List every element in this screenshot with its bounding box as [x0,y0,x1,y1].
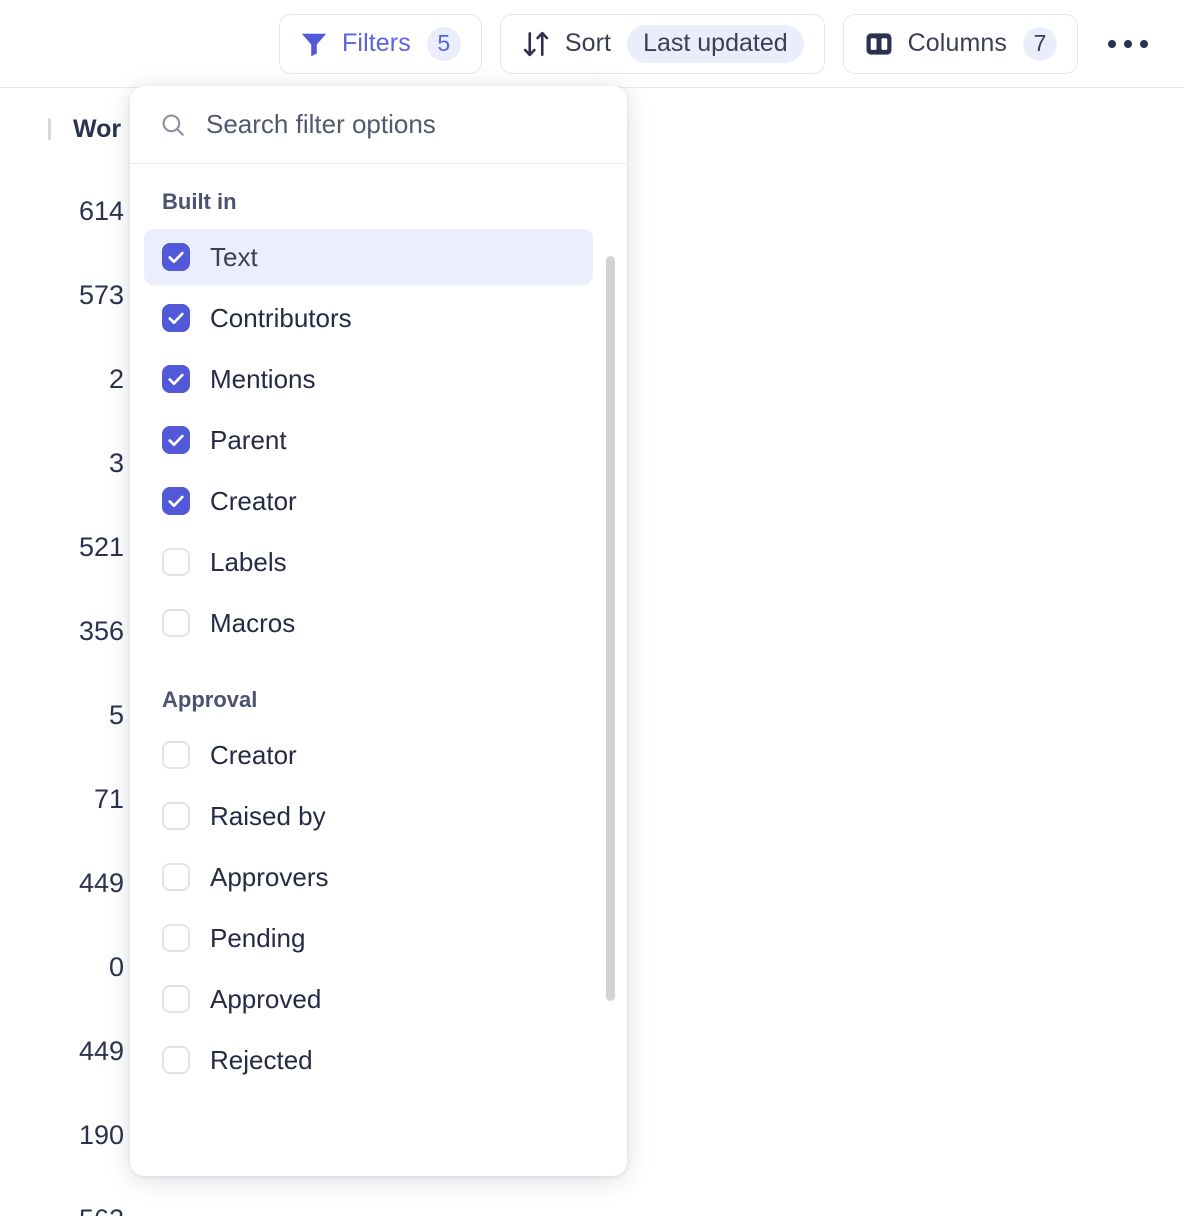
checkbox-checked-icon[interactable] [162,243,190,271]
sort-button[interactable]: Sort Last updated [500,14,825,74]
checkbox-unchecked-icon[interactable] [162,863,190,891]
column-resize-handle[interactable] [48,118,51,140]
filters-button[interactable]: Filters 5 [279,14,482,74]
checkbox-unchecked-icon[interactable] [162,741,190,769]
table-cell: 449 [0,841,134,925]
column-header-word-count[interactable]: Wor [73,115,121,144]
table-cell: 3 [0,421,134,505]
filter-option-mentions[interactable]: Mentions [144,351,593,407]
filter-option-label: Creator [210,486,297,517]
search-icon [160,112,186,138]
filter-options-dropdown: Built in Text Contributors Mentions [130,86,627,1176]
checkbox-checked-icon[interactable] [162,304,190,332]
filter-option-label: Mentions [210,364,316,395]
filter-option-creator[interactable]: Creator [144,473,593,529]
sort-arrows-icon [521,29,551,59]
kebab-menu-icon [1108,40,1116,48]
filter-option-label: Creator [210,740,297,771]
table-cell: 521 [0,505,134,589]
filter-option-approvers[interactable]: Approvers [144,849,593,905]
columns-icon [864,29,894,59]
kebab-menu-icon [1124,40,1132,48]
filter-option-approved[interactable]: Approved [144,971,593,1027]
filter-option-label: Approvers [210,862,329,893]
columns-button[interactable]: Columns 7 [843,14,1078,74]
overflow-menu-button[interactable] [1100,16,1156,72]
filter-option-parent[interactable]: Parent [144,412,593,468]
filter-option-label: Text [210,242,258,273]
filter-option-label: Rejected [210,1045,313,1076]
checkbox-unchecked-icon[interactable] [162,548,190,576]
kebab-menu-icon [1140,40,1148,48]
columns-label: Columns [908,29,1007,58]
filters-label: Filters [342,29,411,58]
filters-count-badge: 5 [427,27,461,61]
table-cell: 0 [0,925,134,1009]
checkbox-checked-icon[interactable] [162,487,190,515]
funnel-icon [300,31,328,57]
table-column-cells: 614 573 2 3 521 356 5 71 449 0 449 190 5… [0,169,134,1216]
filter-option-label: Macros [210,608,295,639]
filter-option-labels[interactable]: Labels [144,534,593,590]
filter-option-label: Parent [210,425,287,456]
table-cell: 562 [0,1177,134,1216]
table-cell: 5 [0,673,134,757]
checkbox-checked-icon[interactable] [162,365,190,393]
group-title-approval: Approval [130,678,627,722]
filter-option-macros[interactable]: Macros [144,595,593,651]
filter-option-approval-creator[interactable]: Creator [144,727,593,783]
filter-option-contributors[interactable]: Contributors [144,290,593,346]
sort-value-pill: Last updated [627,25,804,63]
filter-option-pending[interactable]: Pending [144,910,593,966]
filter-search-row [130,86,627,164]
filter-option-rejected[interactable]: Rejected [144,1032,593,1088]
checkbox-unchecked-icon[interactable] [162,1046,190,1074]
checkbox-unchecked-icon[interactable] [162,924,190,952]
sort-label: Sort [565,29,611,58]
table-cell: 71 [0,757,134,841]
search-input[interactable] [204,108,584,141]
filter-option-label: Labels [210,547,287,578]
group-spacer [130,656,627,678]
group-title-built-in: Built in [130,180,627,224]
checkbox-unchecked-icon[interactable] [162,802,190,830]
table-cell: 614 [0,169,134,253]
vertical-scrollbar[interactable] [606,256,615,1001]
filter-option-label: Contributors [210,303,352,334]
checkbox-checked-icon[interactable] [162,426,190,454]
filter-options-list: Built in Text Contributors Mentions [130,164,627,1175]
checkbox-unchecked-icon[interactable] [162,609,190,637]
table-toolbar: Filters 5 Sort Last updated Columns [0,0,1184,88]
table-cell: 2 [0,337,134,421]
filter-option-label: Raised by [210,801,326,832]
checkbox-unchecked-icon[interactable] [162,985,190,1013]
app-root: Filters 5 Sort Last updated Columns [0,0,1184,1216]
filter-option-label: Approved [210,984,321,1015]
table-cell: 449 [0,1009,134,1093]
table-cell: 573 [0,253,134,337]
filter-option-raised-by[interactable]: Raised by [144,788,593,844]
filter-option-text[interactable]: Text [144,229,593,285]
table-cell: 190 [0,1093,134,1177]
filter-option-label: Pending [210,923,305,954]
columns-count-badge: 7 [1023,27,1057,61]
table-cell: 356 [0,589,134,673]
